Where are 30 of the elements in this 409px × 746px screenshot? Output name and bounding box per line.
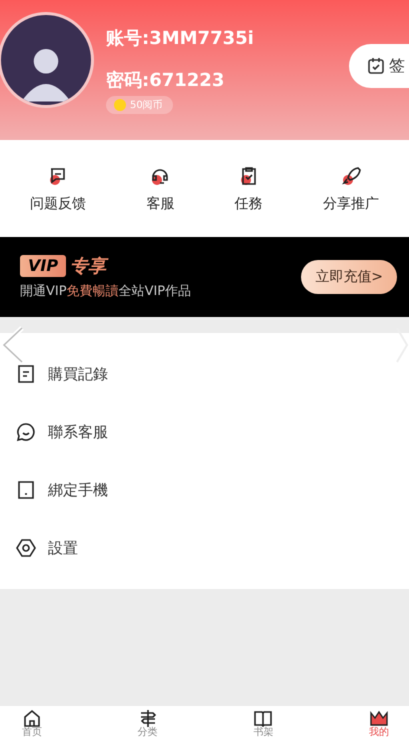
vip-description: 開通VIP免費暢讀全站VIP作品 bbox=[20, 283, 192, 300]
password-text: 密码:671223 bbox=[106, 70, 226, 92]
sign-in-button[interactable]: 签 bbox=[349, 44, 409, 88]
chat-bubble-icon bbox=[16, 422, 36, 442]
shortcut-button[interactable]: 问题反馈 bbox=[30, 164, 86, 212]
nav-tab[interactable]: 书架 bbox=[253, 706, 274, 746]
nav-tab[interactable]: 分类 bbox=[138, 706, 158, 746]
shortcut-button[interactable]: 客服 bbox=[146, 164, 174, 212]
vip-badge: VIP bbox=[20, 255, 66, 277]
shortcut-button[interactable]: 分享推广 bbox=[322, 164, 379, 212]
coin-icon bbox=[114, 99, 126, 111]
house-icon bbox=[22, 709, 42, 727]
chevron-left-icon[interactable] bbox=[0, 325, 26, 365]
shortcut-button[interactable]: 任務 bbox=[234, 164, 263, 212]
document-icon bbox=[16, 364, 36, 384]
nav-tab[interactable]: 首页 bbox=[22, 706, 42, 746]
menu-item[interactable]: 綁定手機 bbox=[0, 461, 409, 519]
menu-item[interactable]: 設置 bbox=[0, 519, 409, 577]
vip-title: 专享 bbox=[70, 255, 106, 278]
nav-tab[interactable]: 我的 bbox=[368, 706, 389, 746]
crown-icon bbox=[368, 709, 389, 727]
calendar-check-icon bbox=[367, 57, 385, 75]
book-icon bbox=[253, 709, 274, 727]
account-text: 账号:3MM7735i bbox=[106, 28, 254, 50]
recharge-button[interactable]: 立即充值> bbox=[301, 260, 397, 294]
settings-icon bbox=[16, 538, 36, 558]
menu-item[interactable]: 聯系客服 bbox=[0, 403, 409, 461]
coin-count: 50阅币 bbox=[130, 98, 163, 112]
menu-item[interactable]: 購買記錄 bbox=[0, 345, 409, 403]
phone-icon bbox=[16, 480, 36, 500]
